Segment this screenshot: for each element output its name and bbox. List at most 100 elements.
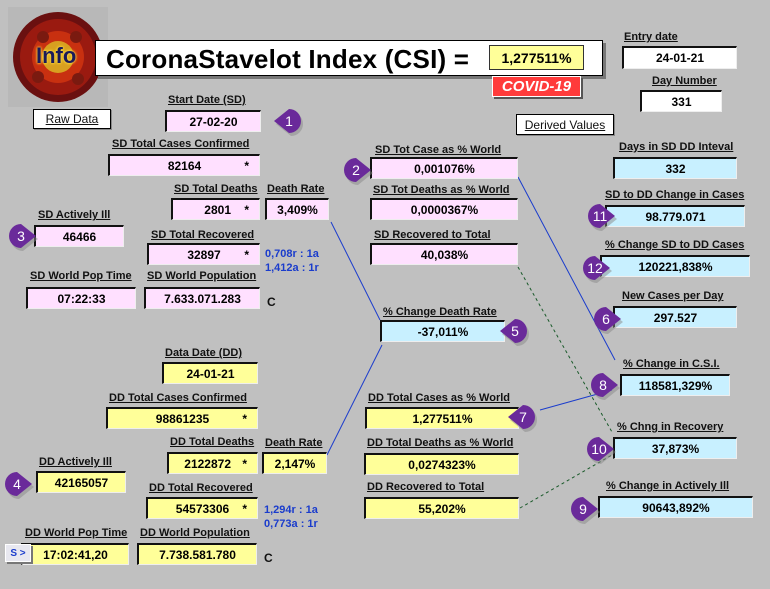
- connector-sd-deathrate-to-change: [330, 221, 381, 321]
- callout-marker-9: 9: [570, 496, 600, 524]
- callout-marker-3: 3: [8, 223, 38, 251]
- sd-death-rate-field: 3,409%: [265, 198, 329, 220]
- callout-marker-6: 6: [593, 306, 623, 334]
- pct-change-recovery-field: 37,873%: [613, 437, 737, 459]
- dd-total-recovered-label: DD Total Recovered: [149, 482, 253, 494]
- callout-number: 9: [579, 501, 587, 517]
- sd-total-recovered-label: SD Total Recovered: [151, 229, 255, 241]
- pct-change-recovery-label: % Chng in Recovery: [617, 421, 724, 433]
- sd-total-cases-value: 82164: [167, 158, 202, 173]
- entry-date-label: Entry date: [624, 31, 678, 43]
- sd-deaths-pct-world-label: SD Tot Deaths as % World: [373, 184, 510, 196]
- sd-world-pop-time-label: SD World Pop Time: [30, 270, 132, 282]
- sd-total-recovered-field: 32897 *: [147, 243, 260, 265]
- day-number-field: 331: [640, 90, 722, 112]
- title-banner: CoronaStavelot Index (CSI) = 1,277511%: [95, 40, 603, 76]
- days-interval-label: Days in SD DD Inteval: [619, 141, 734, 153]
- new-cases-per-day-label: New Cases per Day: [622, 290, 724, 302]
- asterisk-icon: *: [244, 158, 249, 173]
- callout-number: 5: [511, 323, 519, 339]
- sd-ratio-active-recovered: 1,412a : 1r: [265, 262, 319, 274]
- sd-world-population-field: 7.633.071.283: [144, 287, 260, 309]
- dd-world-population-label: DD World Population: [140, 527, 250, 539]
- dd-total-deaths-value: 2122872: [184, 456, 231, 471]
- s-next-button[interactable]: S >: [5, 544, 31, 562]
- asterisk-icon: *: [242, 411, 247, 426]
- dd-total-cases-value: 98861235: [155, 411, 210, 426]
- dd-world-pop-time-field: 17:02:41,20: [21, 543, 129, 565]
- new-cases-per-day-field: 297.527: [613, 306, 737, 328]
- callout-marker-10: 10: [586, 436, 616, 464]
- dd-total-recovered-field: 54573306 *: [146, 497, 258, 519]
- sd-total-cases-label: SD Total Cases Confirmed: [112, 138, 250, 150]
- callout-marker-12: 12: [582, 255, 612, 283]
- dd-ratio-recovered-active: 1,294r : 1a: [264, 504, 318, 516]
- callout-number: 11: [592, 208, 608, 224]
- callout-number: 3: [17, 228, 25, 244]
- sd-total-deaths-value: 2801: [204, 202, 231, 217]
- callout-number: 12: [587, 260, 603, 276]
- dd-recovered-to-total-label: DD Recovered to Total: [367, 481, 485, 493]
- dd-deaths-pct-world-field: 0,0274323%: [364, 453, 519, 475]
- sd-total-cases-field: 82164 *: [108, 154, 260, 176]
- days-interval-field: 332: [613, 157, 737, 179]
- callout-marker-11: 11: [587, 203, 617, 231]
- change-cases-field: 98.779.071: [605, 205, 745, 227]
- pct-change-death-rate-label: % Change Death Rate: [383, 306, 497, 318]
- callout-number: 4: [13, 476, 21, 492]
- sd-death-rate-label: Death Rate: [267, 183, 325, 195]
- callout-marker-5: 5: [500, 318, 529, 346]
- callout-marker-4: 4: [4, 471, 34, 499]
- dd-case-pct-world-field: 1,277511%: [365, 407, 519, 429]
- sd-recovered-to-total-label: SD Recovered to Total: [374, 229, 491, 241]
- sd-actively-ill-label: SD Actively Ill: [38, 209, 111, 221]
- dd-world-pop-time-label: DD World Pop Time: [25, 527, 128, 539]
- pct-change-cases-label: % Change SD to DD Cases: [605, 239, 745, 251]
- asterisk-icon: *: [242, 501, 247, 516]
- dd-actively-ill-field: 42165057: [36, 471, 126, 493]
- callout-number: 10: [591, 441, 607, 457]
- sd-recovered-to-total-field: 40,038%: [370, 243, 518, 265]
- dd-case-pct-world-label: DD Total Cases as % World: [368, 392, 511, 404]
- sd-deaths-pct-world-field: 0,0000367%: [370, 198, 518, 220]
- sd-case-pct-world-label: SD Tot Case as % World: [375, 144, 502, 156]
- callout-number: 2: [352, 162, 360, 178]
- entry-date-field[interactable]: 24-01-21: [622, 46, 737, 69]
- day-number-label: Day Number: [652, 75, 717, 87]
- callout-marker-2: 2: [343, 157, 373, 185]
- dd-ratio-active-recovered: 0,773a : 1r: [264, 518, 318, 530]
- asterisk-icon: *: [244, 202, 249, 217]
- callout-number: 7: [519, 409, 527, 425]
- start-date-field[interactable]: 27-02-20: [165, 110, 261, 132]
- sd-total-deaths-label: SD Total Deaths: [174, 183, 258, 195]
- callout-number: 6: [602, 311, 610, 327]
- callout-number: 1: [285, 113, 293, 129]
- callout-number: 8: [599, 377, 607, 393]
- sd-actively-ill-field: 46466: [34, 225, 124, 247]
- data-date-label: Data Date (DD): [165, 347, 243, 359]
- start-date-label: Start Date (SD): [168, 94, 246, 106]
- raw-data-button[interactable]: Raw Data: [33, 109, 111, 129]
- dd-total-cases-field: 98861235 *: [106, 407, 258, 429]
- callout-marker-7: 7: [508, 404, 537, 432]
- covid-badge: COVID-19: [492, 76, 581, 97]
- info-logo[interactable]: Info: [8, 7, 108, 107]
- dd-c-mark: C: [264, 551, 273, 565]
- sd-c-mark: C: [267, 295, 276, 309]
- dd-death-rate-field: 2,147%: [262, 452, 327, 474]
- data-date-field[interactable]: 24-01-21: [162, 362, 258, 384]
- derived-values-button[interactable]: Derived Values: [516, 114, 614, 135]
- callout-marker-1: 1: [274, 108, 303, 136]
- pct-change-actively-ill-field: 90643,892%: [598, 496, 753, 518]
- sd-total-recovered-value: 32897: [187, 247, 221, 262]
- pct-change-actively-ill-label: % Change in Actively Ill: [606, 480, 730, 492]
- asterisk-icon: *: [242, 456, 247, 471]
- logo-text: Info: [36, 43, 77, 68]
- dd-world-population-field: 7.738.581.780: [137, 543, 257, 565]
- sd-world-pop-time-field: 07:22:33: [26, 287, 136, 309]
- pct-change-cases-field: 120221,838%: [600, 255, 750, 277]
- page-title: CoronaStavelot Index (CSI) =: [106, 44, 470, 74]
- sd-case-pct-world-field: 0,001076%: [370, 157, 518, 179]
- sd-world-population-label: SD World Population: [147, 270, 257, 282]
- dd-total-cases-label: DD Total Cases Confirmed: [109, 392, 247, 404]
